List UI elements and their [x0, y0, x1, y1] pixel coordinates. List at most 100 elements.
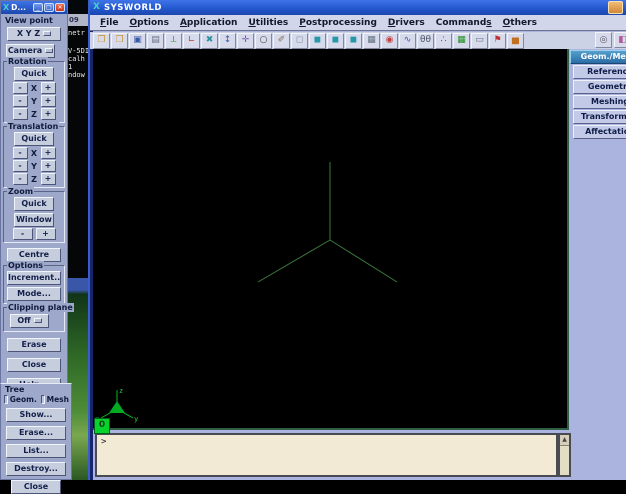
command-scrollbar[interactable]: ▲: [558, 433, 571, 477]
translation-y-minus-button[interactable]: -: [13, 160, 28, 172]
translation-title: Translation: [7, 122, 59, 131]
tree-erase-button[interactable]: Erase...: [6, 426, 66, 440]
label-box-icon-button[interactable]: ▭: [471, 33, 488, 49]
toolbar-right-group: ◎◧: [595, 32, 626, 48]
tree-checkbox-mesh[interactable]: [41, 395, 45, 404]
ee-icon-button[interactable]: θθ: [417, 33, 434, 49]
minimize-button[interactable]: [608, 1, 623, 14]
close-icon[interactable]: ✕: [55, 3, 65, 12]
translation-axis-label: Z: [31, 175, 38, 184]
curve-plot-icon-button[interactable]: ∿: [399, 33, 416, 49]
axes-icon-button[interactable]: ⟂: [165, 33, 182, 49]
import-icon-button[interactable]: ❒: [111, 33, 128, 49]
menu-options[interactable]: Options: [129, 18, 168, 28]
rotation-quick-button[interactable]: Quick: [14, 67, 54, 81]
rotation-x-plus-button[interactable]: +: [41, 82, 56, 94]
translation-x-plus-button[interactable]: +: [41, 147, 56, 159]
erase-icon-button[interactable]: ✐: [273, 33, 290, 49]
global-axis-triad: [258, 162, 397, 282]
translation-z-minus-button[interactable]: -: [13, 173, 28, 185]
scroll-up-icon[interactable]: ▲: [560, 435, 569, 446]
palette-icon-button[interactable]: ◧: [614, 32, 626, 48]
wireframe-box-icon-button[interactable]: ◻: [291, 33, 308, 49]
xyz-label: X Y Z: [17, 29, 40, 38]
maximize-button[interactable]: □: [44, 3, 54, 12]
zoom-icon-button[interactable]: ○: [255, 33, 272, 49]
translation-z-plus-button[interactable]: +: [41, 173, 56, 185]
right-panel-button-reference[interactable]: Reference: [573, 65, 626, 79]
corner-axes-icon-button[interactable]: ∟: [183, 33, 200, 49]
command-input[interactable]: >: [95, 433, 558, 477]
tree-title: Tree: [1, 384, 71, 394]
translation-quick-button[interactable]: Quick: [14, 132, 54, 146]
camera-icon-button[interactable]: ◎: [595, 32, 612, 48]
save-icon-button[interactable]: ▣: [129, 33, 146, 49]
axis-label-y: y: [134, 415, 138, 423]
tree-checkbox-geom[interactable]: [4, 395, 8, 404]
pan-vertical-icon-button[interactable]: ↕: [219, 33, 236, 49]
translation-y-plus-button[interactable]: +: [41, 160, 56, 172]
clipping-plane-title: Clipping plane: [7, 303, 74, 312]
pan-icon-button[interactable]: ✛: [237, 33, 254, 49]
right-panel-header-geom-mesh[interactable]: Geom./Mesh: [570, 50, 626, 64]
rotation-z-plus-button[interactable]: +: [41, 108, 56, 120]
translation-x-minus-button[interactable]: -: [13, 147, 28, 159]
menu-drivers[interactable]: Drivers: [388, 18, 425, 28]
mesh-box-icon: ▦: [367, 36, 376, 45]
green-grid-icon-button[interactable]: ▦: [453, 33, 470, 49]
menu-postprocessing[interactable]: Postprocessing: [299, 18, 377, 28]
menu-file[interactable]: File: [100, 18, 118, 28]
right-panel-button-geometry[interactable]: Geometry: [573, 80, 626, 94]
title-bar[interactable]: X SYSWORLD: [90, 0, 626, 15]
mode-button[interactable]: Mode...: [7, 287, 61, 301]
palette-icon: ◧: [618, 36, 626, 45]
right-panel-button-affectation[interactable]: Affectation: [573, 125, 626, 139]
shaded-box3-icon-button[interactable]: ◼: [345, 33, 362, 49]
options-title: Options: [7, 261, 44, 270]
rotation-y-minus-button[interactable]: -: [13, 95, 28, 107]
viewpoint-titlebar[interactable]: X D... _ □ ✕: [1, 1, 67, 14]
shaded-box-icon-button[interactable]: ◼: [309, 33, 326, 49]
clipping-off-option-menu[interactable]: Off: [10, 314, 49, 328]
xyz-option-menu[interactable]: X Y Z: [7, 27, 61, 41]
tree-close-button[interactable]: Close: [11, 480, 61, 494]
flag-icon-button[interactable]: ⚑: [489, 33, 506, 49]
graphics-canvas[interactable]: z x y: [93, 49, 569, 430]
tree-show-button[interactable]: Show...: [6, 408, 66, 422]
camera-option-menu[interactable]: Camera: [6, 44, 55, 58]
zoom-in-button[interactable]: +: [36, 228, 56, 240]
menu-utilities[interactable]: Utilities: [248, 18, 288, 28]
right-panel-button-meshing[interactable]: Meshing: [573, 95, 626, 109]
zoom-quick-button[interactable]: Quick: [14, 197, 54, 211]
right-panel-button-transformat[interactable]: Transformat.: [573, 110, 626, 124]
translation-row-x: -X+: [5, 147, 63, 159]
menu-others[interactable]: Others: [503, 18, 537, 28]
desktop: { "background": { "terminal": { "title":…: [0, 0, 626, 480]
menu-application[interactable]: Application: [180, 18, 238, 28]
tree-list-button[interactable]: List...: [6, 444, 66, 458]
open-icon-button[interactable]: ❐: [93, 33, 110, 49]
x11-logo-icon: X: [93, 0, 100, 15]
close-button[interactable]: Close: [7, 358, 61, 372]
viewpoint-title: D...: [10, 3, 32, 12]
rotation-z-minus-button[interactable]: -: [13, 108, 28, 120]
minimize-button[interactable]: _: [33, 3, 43, 12]
menu-commands[interactable]: Commands: [436, 18, 492, 28]
colored-sphere-icon-button[interactable]: ◉: [381, 33, 398, 49]
zoom-window-button[interactable]: Window: [14, 213, 54, 227]
histogram-icon-button[interactable]: ▅: [507, 33, 524, 49]
rotation-x-minus-button[interactable]: -: [13, 82, 28, 94]
print-icon-button[interactable]: ▤: [147, 33, 164, 49]
axis-triad-graphics: z x y: [93, 49, 567, 428]
tree-destroy-button[interactable]: Destroy...: [6, 462, 66, 476]
centre-button[interactable]: Centre: [7, 248, 61, 262]
zoom-out-button[interactable]: -: [13, 228, 33, 240]
mesh-box-icon-button[interactable]: ▦: [363, 33, 380, 49]
hierarchy-icon-button[interactable]: ∴: [435, 33, 452, 49]
erase-button[interactable]: Erase: [7, 338, 61, 352]
shaded-box2-icon-button[interactable]: ◼: [327, 33, 344, 49]
rotation-y-plus-button[interactable]: +: [41, 95, 56, 107]
fit-view-icon-button[interactable]: ✖: [201, 33, 218, 49]
rotation-axis-rows: -X+-Y+-Z+: [5, 82, 63, 120]
increment-button[interactable]: Increment...: [7, 271, 61, 285]
